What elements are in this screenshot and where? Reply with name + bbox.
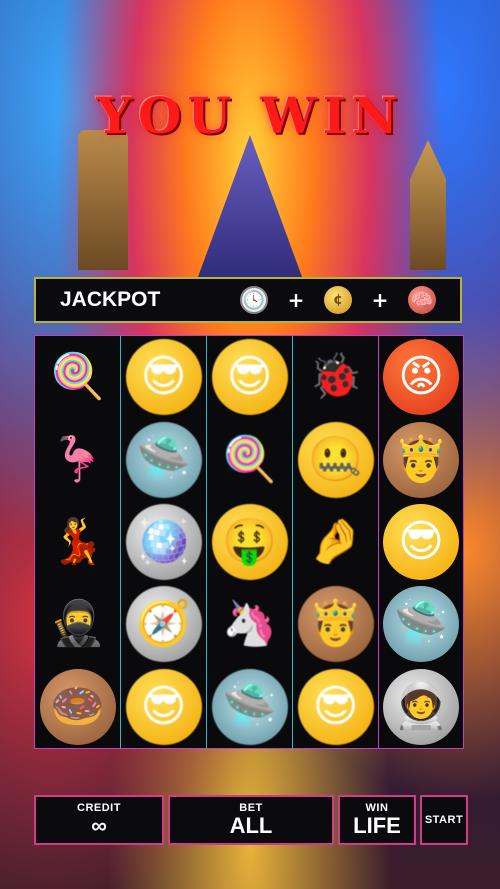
background-tower-left: [78, 130, 128, 270]
lollipop-icon: 🍭: [222, 433, 277, 485]
jackpot-plus: +: [287, 288, 305, 312]
reel-5: 😡 🤴 😎 🛸 🧑‍🚀: [378, 335, 464, 749]
reel-4: 🐞 🤐 🤌 🤴 😎: [292, 335, 378, 749]
ufo-icon: 🛸: [383, 586, 459, 663]
unicorn-icon: 🦄: [222, 598, 277, 650]
brain-icon: 🧠: [408, 286, 436, 314]
win-display: WIN LIFE: [338, 795, 416, 845]
win-value: LIFE: [353, 813, 401, 838]
angry-face-icon: 😡: [383, 339, 459, 416]
ninja-icon: 🥷: [50, 598, 105, 650]
mirror-ball-icon: 🪩: [125, 503, 202, 580]
reel-1: 🍭 🦩 💃 🥷 🍩: [34, 335, 120, 749]
jackpot-bar: JACKPOT 🕓 + ¢ + 🧠: [34, 277, 462, 323]
clock-icon: 🕓: [240, 286, 268, 314]
dancer-icon: 💃: [50, 515, 105, 567]
prince-icon: 🤴: [383, 421, 459, 498]
donut-icon: 🍩: [39, 668, 116, 745]
reel-3: 😎 🍭 🤑 🦄 🛸: [206, 335, 292, 749]
astronaut-icon: 🧑‍🚀: [383, 668, 459, 745]
sunglasses-face-icon: 😎: [211, 339, 288, 416]
start-label: START: [424, 814, 464, 826]
compass-icon: 🧭: [125, 586, 202, 663]
slot-reels: 🍭 🦩 💃 🥷 🍩 😎 🛸 🪩 🧭 😎 😎 🍭 🤑 🦄 🛸 🐞 🤐 🤌 🤴 😎 …: [34, 335, 464, 749]
background-mountain: [195, 135, 305, 285]
start-button[interactable]: START: [420, 795, 468, 845]
control-panel: CREDIT ∞ BET ALL WIN LIFE START: [34, 795, 468, 845]
coin-icon: ¢: [324, 286, 352, 314]
credit-value: ∞: [91, 813, 107, 838]
ladybug-icon: 🐞: [308, 351, 363, 403]
sunglasses-face-icon: 😎: [383, 503, 459, 580]
bet-button[interactable]: BET ALL: [168, 795, 334, 845]
prince-icon: 🤴: [297, 586, 374, 663]
ufo-icon: 🛸: [211, 668, 288, 745]
reel-2: 😎 🛸 🪩 🧭 😎: [120, 335, 206, 749]
credit-display: CREDIT ∞: [34, 795, 164, 845]
bet-value: ALL: [229, 813, 273, 838]
lollipop-icon: 🍭: [50, 351, 105, 403]
flamingo-icon: 🦩: [50, 433, 105, 485]
sunglasses-face-icon: 😎: [125, 668, 202, 745]
win-title: YOU WIN: [96, 86, 404, 145]
pinched-fingers-icon: 🤌: [308, 515, 363, 567]
jackpot-label: JACKPOT: [60, 288, 161, 311]
background-tower-right: [410, 140, 446, 270]
ufo-icon: 🛸: [125, 421, 202, 498]
sunglasses-face-icon: 😎: [297, 668, 374, 745]
jackpot-plus: +: [371, 288, 389, 312]
zipper-mouth-face-icon: 🤐: [297, 421, 374, 498]
money-mouth-face-icon: 🤑: [211, 503, 288, 580]
sunglasses-face-icon: 😎: [125, 339, 202, 416]
